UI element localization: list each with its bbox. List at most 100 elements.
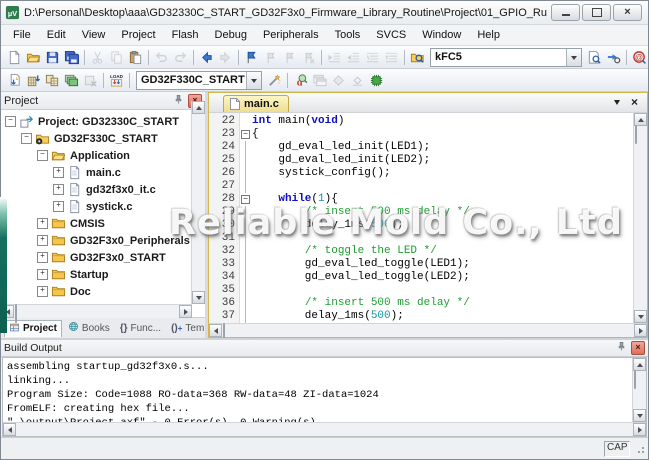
paste-button[interactable] (126, 48, 145, 66)
pin-icon[interactable] (173, 92, 184, 110)
find-in-files-button[interactable] (408, 48, 427, 66)
open-file-button[interactable] (24, 48, 43, 66)
panel-tab-project[interactable]: Project (4, 320, 62, 337)
fold-collapse-icon[interactable]: − (239, 128, 252, 141)
code-line[interactable]: 31 (209, 232, 633, 245)
find-combobox[interactable]: kFC5 (430, 48, 582, 67)
scrollbar-thumb[interactable] (15, 304, 17, 323)
start-stop-debug-button[interactable]: d (291, 71, 310, 89)
scroll-left-icon[interactable] (209, 324, 222, 337)
tree-item-project-gd32330c-start[interactable]: −Project: GD32330C_START (1, 113, 205, 130)
tree-item-doc[interactable]: +Doc (1, 283, 205, 300)
code-line[interactable]: 22int main(void) (209, 115, 633, 128)
maximize-button[interactable] (582, 4, 611, 21)
new-file-button[interactable] (5, 48, 24, 66)
save-all-button[interactable] (62, 48, 81, 66)
rebuild-button[interactable] (43, 71, 62, 89)
menu-item-help[interactable]: Help (469, 27, 508, 43)
build-output-text[interactable]: assembling startup_gd32f3x0.s...linking.… (3, 358, 632, 422)
expander-plus-icon[interactable]: + (37, 218, 48, 229)
code-line[interactable]: 24 gd_eval_led_init(LED1); (209, 141, 633, 154)
editor-close-icon[interactable]: × (631, 97, 638, 107)
tree-item-gd32f3x0-it-c[interactable]: +gd32f3x0_it.c (1, 181, 205, 198)
editor-vertical-scrollbar[interactable] (633, 113, 647, 323)
build-output-close-button[interactable]: × (631, 341, 645, 355)
code-line[interactable]: 25 gd_eval_led_init(LED2); (209, 154, 633, 167)
code-line[interactable]: 27 (209, 180, 633, 193)
batch-build-button[interactable] (62, 71, 81, 89)
panel-tab-func[interactable]: {}Func... (116, 322, 165, 335)
tree-item-main-c[interactable]: +main.c (1, 164, 205, 181)
code-line[interactable]: 23−{ (209, 128, 633, 141)
code-area[interactable]: 22int main(void)23−{24 gd_eval_led_init(… (209, 113, 633, 323)
translate-button[interactable] (5, 71, 24, 89)
menu-item-svcs[interactable]: SVCS (368, 27, 414, 43)
tree-item-cmsis[interactable]: +CMSIS (1, 215, 205, 232)
minimize-button[interactable] (551, 4, 580, 21)
build-output-horizontal-scrollbar[interactable] (3, 422, 646, 436)
save-button[interactable] (43, 48, 62, 66)
target-combobox[interactable]: GD32F330C_START (136, 71, 262, 90)
menu-item-peripherals[interactable]: Peripherals (255, 27, 327, 43)
menu-item-file[interactable]: File (5, 27, 39, 43)
expander-minus-icon[interactable]: − (5, 116, 16, 127)
project-tree-horizontal-scrollbar[interactable] (1, 304, 192, 318)
expander-plus-icon[interactable]: + (53, 201, 64, 212)
fold-collapse-icon[interactable]: − (239, 193, 252, 206)
incremental-find-button[interactable] (604, 48, 623, 66)
menu-item-debug[interactable]: Debug (207, 27, 255, 43)
expander-plus-icon[interactable]: + (37, 286, 48, 297)
panel-tab-books[interactable]: Books (64, 320, 114, 336)
options-wand-button[interactable] (265, 71, 284, 89)
code-line[interactable]: 30 delay_1ms(500); (209, 219, 633, 232)
bookmark-toggle-button[interactable] (242, 48, 261, 66)
scroll-up-icon[interactable] (192, 101, 205, 114)
scroll-right-icon[interactable] (634, 324, 647, 337)
code-line[interactable]: 29 /* insert 500 ms delay */ (209, 206, 633, 219)
expander-plus-icon[interactable]: + (53, 184, 64, 195)
expander-plus-icon[interactable]: + (53, 167, 64, 178)
expander-minus-icon[interactable]: − (37, 150, 48, 161)
menu-item-view[interactable]: View (74, 27, 114, 43)
code-line[interactable]: 28− while(1){ (209, 193, 633, 206)
navigate-back-button[interactable] (197, 48, 216, 66)
menu-item-edit[interactable]: Edit (39, 27, 74, 43)
code-line[interactable]: 35 (209, 284, 633, 297)
close-button[interactable]: × (613, 4, 642, 21)
chevron-down-icon[interactable] (246, 72, 261, 89)
tree-item-systick-c[interactable]: +systick.c (1, 198, 205, 215)
build-output-vertical-scrollbar[interactable] (632, 358, 646, 422)
code-line[interactable]: 33 gd_eval_led_toggle(LED1); (209, 258, 633, 271)
scroll-right-icon[interactable] (179, 305, 192, 318)
code-line[interactable]: 32 /* toggle the LED */ (209, 245, 633, 258)
tree-item-startup[interactable]: +Startup (1, 266, 205, 283)
resize-grip[interactable] (633, 442, 646, 455)
menu-item-window[interactable]: Window (414, 27, 469, 43)
expander-plus-icon[interactable]: + (37, 252, 48, 263)
menu-item-project[interactable]: Project (113, 27, 163, 43)
tree-item-gd32f3x0-start[interactable]: +GD32F3x0_START (1, 249, 205, 266)
scroll-left-icon[interactable] (3, 423, 16, 436)
panel-tab-temp[interactable]: ()+Temp... (167, 322, 205, 335)
expander-minus-icon[interactable]: − (21, 133, 32, 144)
pin-icon[interactable] (616, 339, 627, 357)
code-line[interactable]: 34 gd_eval_led_toggle(LED2); (209, 271, 633, 284)
title-bar[interactable]: µV D:\Personal\Desktop\aaa\GD32330C_STAR… (1, 1, 648, 25)
download-load-button[interactable]: LOAD (107, 71, 126, 89)
code-line[interactable]: 37 delay_1ms(500); (209, 310, 633, 323)
scroll-down-icon[interactable] (192, 291, 205, 304)
code-line[interactable]: 36 /* insert 500 ms delay */ (209, 297, 633, 310)
pack-installer-button[interactable] (367, 71, 386, 89)
menu-item-tools[interactable]: Tools (327, 27, 369, 43)
expander-plus-icon[interactable]: + (37, 235, 48, 246)
menu-item-flash[interactable]: Flash (164, 27, 207, 43)
scroll-down-icon[interactable] (633, 409, 646, 422)
find-next-button[interactable] (585, 48, 604, 66)
code-line[interactable]: 26 systick_config(); (209, 167, 633, 180)
scroll-down-icon[interactable] (634, 310, 647, 323)
chevron-down-icon[interactable] (566, 49, 581, 66)
editor-horizontal-scrollbar[interactable] (209, 323, 647, 337)
build-button[interactable] (24, 71, 43, 89)
project-tree-vertical-scrollbar[interactable] (191, 101, 205, 304)
tree-item-application[interactable]: −Application (1, 147, 205, 164)
